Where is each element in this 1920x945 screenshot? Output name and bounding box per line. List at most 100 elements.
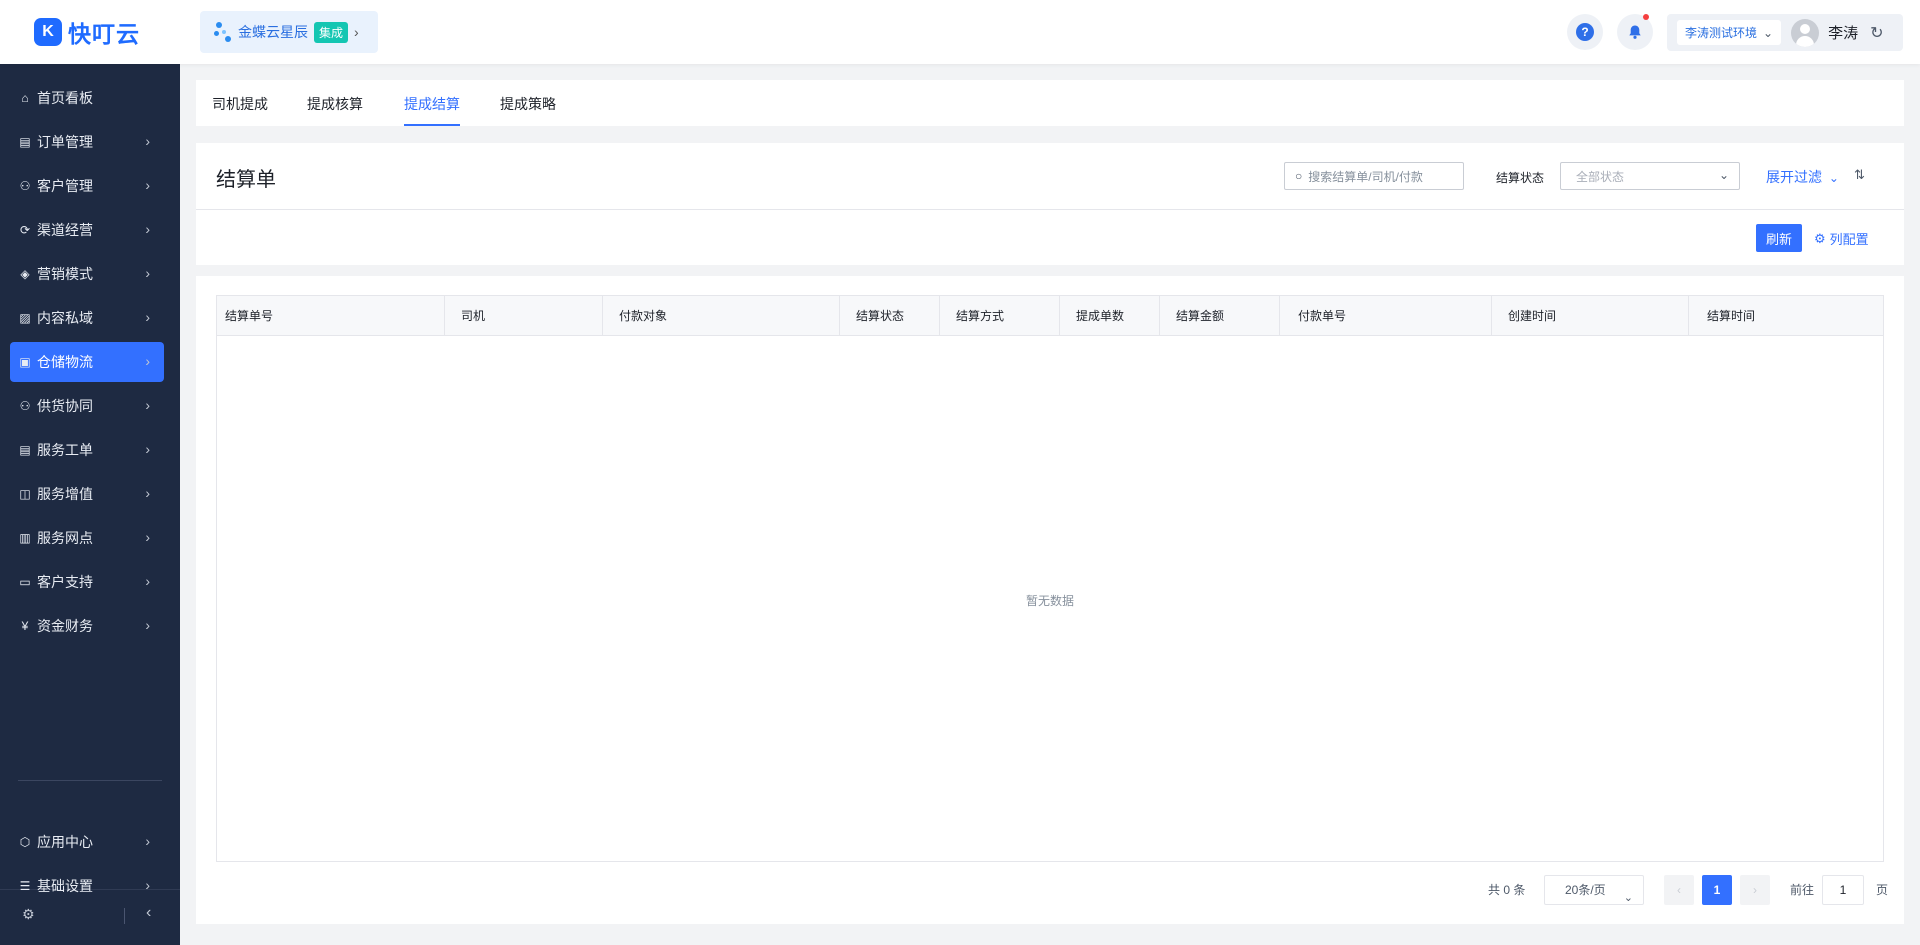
chevron-right-icon: › (145, 265, 150, 281)
tab-commission-accounting[interactable]: 提成核算 (307, 94, 363, 114)
sidebar-item-customer-support[interactable]: ▭ 客户支持 › (10, 562, 164, 602)
status-filter-select[interactable]: 全部状态 ⌄ (1560, 162, 1740, 190)
search-placeholder: 搜索结算单/司机/付款 (1308, 169, 1423, 184)
prev-page-button[interactable]: ‹ (1664, 875, 1694, 905)
sidebar-item-marketing[interactable]: ◈ 营销模式 › (10, 254, 164, 294)
sidebar-item-home[interactable]: ⌂ 首页看板 (10, 78, 164, 118)
chevron-down-icon: ⌄ (1763, 25, 1774, 40)
sidebar-item-label: 应用中心 (37, 834, 93, 850)
column-header-created-at[interactable]: 创建时间 (1492, 296, 1689, 336)
sidebar-item-supply[interactable]: ⚇ 供货协同 › (10, 386, 164, 426)
sidebar-item-label: 服务增值 (37, 486, 93, 502)
column-header-amount[interactable]: 结算金额 (1160, 296, 1280, 336)
sidebar-item-label: 营销模式 (37, 266, 93, 282)
sidebar-divider (18, 780, 162, 781)
sidebar-item-orders[interactable]: ▤ 订单管理 › (10, 122, 164, 162)
user-area: 李涛测试环境 ⌄ 李涛 ↻ (1667, 14, 1903, 51)
refresh-icon[interactable]: ↻ (1870, 23, 1883, 43)
store-icon: ▥ (19, 531, 31, 545)
tab-commission-settlement[interactable]: 提成结算 (404, 94, 460, 114)
settings-list-icon: ☰ (19, 879, 31, 893)
sidebar-item-content[interactable]: ▨ 内容私域 › (10, 298, 164, 338)
sidebar-item-basic-settings[interactable]: ☰ 基础设置 › (10, 866, 164, 906)
sidebar-item-label: 基础设置 (37, 878, 93, 894)
search-icon: ○ (1295, 169, 1303, 183)
column-header-settled-at[interactable]: 结算时间 (1689, 296, 1883, 336)
logo[interactable]: K 快叮云 (0, 0, 180, 64)
column-header-status[interactable]: 结算状态 (840, 296, 940, 336)
column-header-payment-no[interactable]: 付款单号 (1280, 296, 1492, 336)
sidebar-item-service-tickets[interactable]: ▤ 服务工单 › (10, 430, 164, 470)
column-header-commission-count[interactable]: 提成单数 (1060, 296, 1160, 336)
tab-commission-strategy[interactable]: 提成策略 (500, 94, 556, 114)
column-header-method[interactable]: 结算方式 (940, 296, 1060, 336)
tab-driver-commission[interactable]: 司机提成 (212, 94, 268, 114)
notification-dot (1643, 14, 1649, 20)
sidebar-item-service-points[interactable]: ▥ 服务网点 › (10, 518, 164, 558)
user-icon: ⚇ (19, 179, 31, 193)
warehouse-icon: ▣ (19, 355, 31, 369)
sidebar-item-label: 服务工单 (37, 442, 93, 458)
goto-label: 前往 (1790, 883, 1815, 897)
chevron-down-icon: ⌄ (1623, 892, 1633, 904)
active-tab-indicator (404, 124, 460, 126)
bell-icon (1629, 25, 1641, 39)
chevron-right-icon: › (145, 133, 150, 149)
collapse-sidebar-icon[interactable]: ‹ (146, 904, 151, 922)
refresh-button[interactable]: 刷新 (1756, 224, 1802, 252)
sidebar-item-label: 首页看板 (37, 90, 93, 106)
status-filter-label: 结算状态 (1496, 171, 1545, 185)
support-icon: ▭ (19, 575, 31, 589)
chevron-left-icon: ‹ (1677, 883, 1681, 897)
chevron-right-icon: › (145, 309, 150, 325)
org-name: 金蝶云星辰 (238, 24, 308, 40)
home-icon: ⌂ (21, 91, 29, 105)
settings-gear-icon[interactable]: ⚙ (22, 906, 35, 923)
chevron-right-icon: › (145, 441, 150, 457)
page-number-button[interactable]: 1 (1702, 875, 1732, 905)
chevron-right-icon: › (354, 24, 359, 40)
image-icon: ▨ (19, 311, 31, 325)
channel-icon: ⟳ (19, 223, 31, 237)
chevron-right-icon: › (145, 221, 150, 237)
column-header-driver[interactable]: 司机 (445, 296, 603, 336)
next-page-button[interactable]: › (1740, 875, 1770, 905)
sidebar-item-label: 客户管理 (37, 178, 93, 194)
environment-select[interactable]: 李涛测试环境 ⌄ (1677, 20, 1782, 45)
sort-icon[interactable]: ⇅ (1854, 167, 1865, 183)
status-filter-value: 全部状态 (1576, 169, 1625, 184)
sidebar-item-label: 仓储物流 (37, 354, 93, 370)
page-unit-label: 页 (1876, 883, 1889, 897)
goto-page-input[interactable]: 1 (1822, 875, 1864, 905)
user-name[interactable]: 李涛 (1828, 22, 1858, 43)
sidebar-item-app-center[interactable]: ⬡ 应用中心 › (10, 822, 164, 862)
sidebar-item-channels[interactable]: ⟳ 渠道经营 › (10, 210, 164, 250)
column-header-payee[interactable]: 付款对象 (603, 296, 840, 336)
table-header: 结算单号 司机 付款对象 结算状态 结算方式 提成单数 结算金额 付款单号 创建… (217, 296, 1883, 336)
list-header-card: 结算单 ○ 搜索结算单/司机/付款 结算状态 全部状态 ⌄ 展开过滤 ⌄ ⇅ 刷… (196, 143, 1904, 265)
chevron-right-icon: › (145, 485, 150, 501)
page-size-select[interactable]: 20条/页 ⌄ (1544, 875, 1644, 905)
help-button[interactable]: ? (1567, 14, 1603, 50)
expand-filter-label: 展开过滤 (1766, 169, 1822, 185)
sidebar-item-label: 内容私域 (37, 310, 93, 326)
divider (196, 209, 1904, 210)
chevron-down-icon: ⌄ (1718, 168, 1729, 182)
expand-filter-link[interactable]: 展开过滤 ⌄ (1766, 167, 1839, 187)
sidebar-item-label: 订单管理 (37, 134, 93, 150)
sidebar-item-customers[interactable]: ⚇ 客户管理 › (10, 166, 164, 206)
notification-button[interactable] (1617, 14, 1653, 50)
sidebar-item-finance[interactable]: ¥ 资金财务 › (10, 606, 164, 646)
search-input[interactable]: ○ 搜索结算单/司机/付款 (1284, 162, 1464, 190)
column-header-settlement-no[interactable]: 结算单号 (217, 296, 445, 336)
sidebar-item-label: 渠道经营 (37, 222, 93, 238)
ticket-icon: ▤ (19, 443, 31, 457)
column-config-button[interactable]: ⚙ 列配置 (1814, 229, 1869, 248)
logo-mark-icon: K (34, 18, 62, 46)
sidebar-item-warehouse[interactable]: ▣ 仓储物流 › (10, 342, 164, 382)
chevron-right-icon: › (145, 529, 150, 545)
cube-icon: ⬡ (19, 835, 31, 849)
sidebar-item-value-added[interactable]: ◫ 服务增值 › (10, 474, 164, 514)
org-switcher[interactable]: 金蝶云星辰 集成 › (200, 11, 378, 53)
avatar[interactable] (1791, 18, 1820, 47)
